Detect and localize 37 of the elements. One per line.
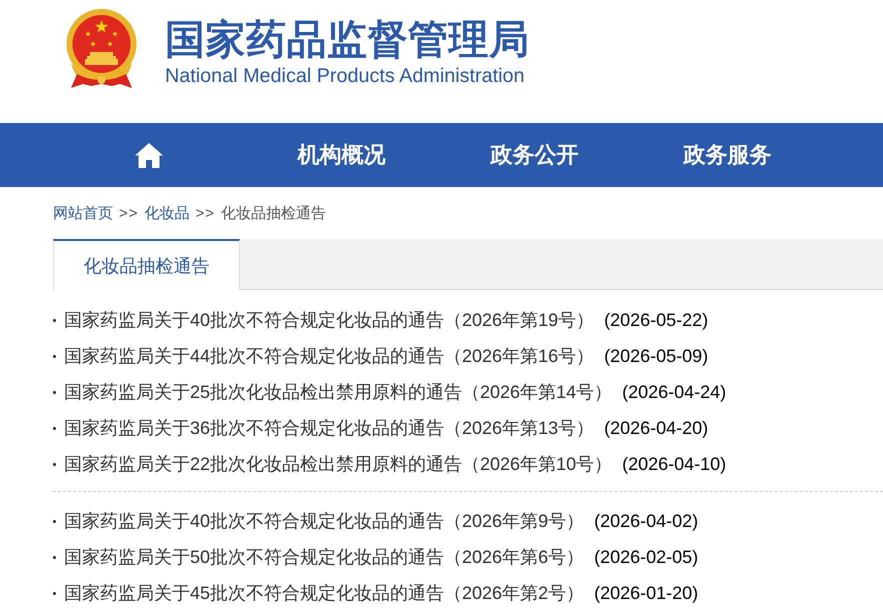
bullet-dot-icon — [53, 592, 56, 594]
nav-link[interactable]: 机构概况 — [298, 140, 386, 170]
bullet-dot-icon — [53, 390, 56, 394]
nav-link[interactable]: 政务公开 — [490, 140, 578, 170]
nav-link[interactable]: 政务服务 — [684, 140, 772, 170]
bullet-dot-icon — [53, 556, 56, 558]
notice-date: (2026-04-24) — [622, 382, 726, 402]
bullet-dot-icon — [53, 354, 56, 358]
notice-link[interactable]: 国家药监局关于44批次不符合规定化妆品的通告（2026年第16号） — [64, 344, 594, 368]
bullet-dot-icon — [53, 318, 56, 322]
breadcrumb-link[interactable]: 网站首页 — [53, 204, 113, 222]
notice-link[interactable]: 国家药监局关于22批次化妆品检出禁用原料的通告（2026年第10号） — [64, 452, 612, 476]
breadcrumb-link[interactable]: 化妆品 — [144, 204, 190, 222]
breadcrumb-current: 化妆品抽检通告 — [221, 204, 326, 222]
home-icon — [134, 142, 162, 168]
notice-date: (2026-04-10) — [622, 454, 726, 474]
notice-link[interactable]: 国家药监局关于45批次不符合规定化妆品的通告（2026年第2号） — [64, 581, 584, 605]
breadcrumb-separator: >> — [119, 204, 139, 222]
site-title: 国家药品监督管理局 — [165, 17, 530, 64]
site-subtitle: National Medical Products Administration — [165, 64, 526, 88]
notice-link[interactable]: 国家药监局关于36批次不符合规定化妆品的通告（2026年第13号） — [64, 416, 594, 440]
notice-date: (2026-05-22) — [604, 310, 708, 330]
bullet-dot-icon — [53, 520, 56, 522]
bullet-dot-icon — [53, 426, 56, 430]
notice-date: (2026-04-20) — [604, 418, 708, 438]
tab[interactable]: 化妆品抽检通告 — [53, 239, 240, 290]
notice-date: (2026-02-05) — [594, 546, 698, 568]
notice-date: (2026-05-09) — [604, 346, 708, 366]
notice-link[interactable]: 国家药监局关于25批次化妆品检出禁用原料的通告（2026年第14号） — [64, 380, 612, 404]
notice-link[interactable]: 国家药监局关于40批次不符合规定化妆品的通告（2026年第9号） — [64, 509, 584, 533]
notice-date: (2026-04-02) — [594, 510, 698, 532]
bullet-dot-icon — [53, 462, 56, 466]
notice-link[interactable]: 国家药监局关于40批次不符合规定化妆品的通告（2026年第19号） — [64, 308, 594, 332]
home-link[interactable] — [134, 142, 162, 168]
notice-link[interactable]: 国家药监局关于50批次不符合规定化妆品的通告（2026年第6号） — [64, 545, 584, 569]
breadcrumb-separator: >> — [196, 204, 216, 222]
notice-date: (2026-01-20) — [594, 582, 698, 604]
